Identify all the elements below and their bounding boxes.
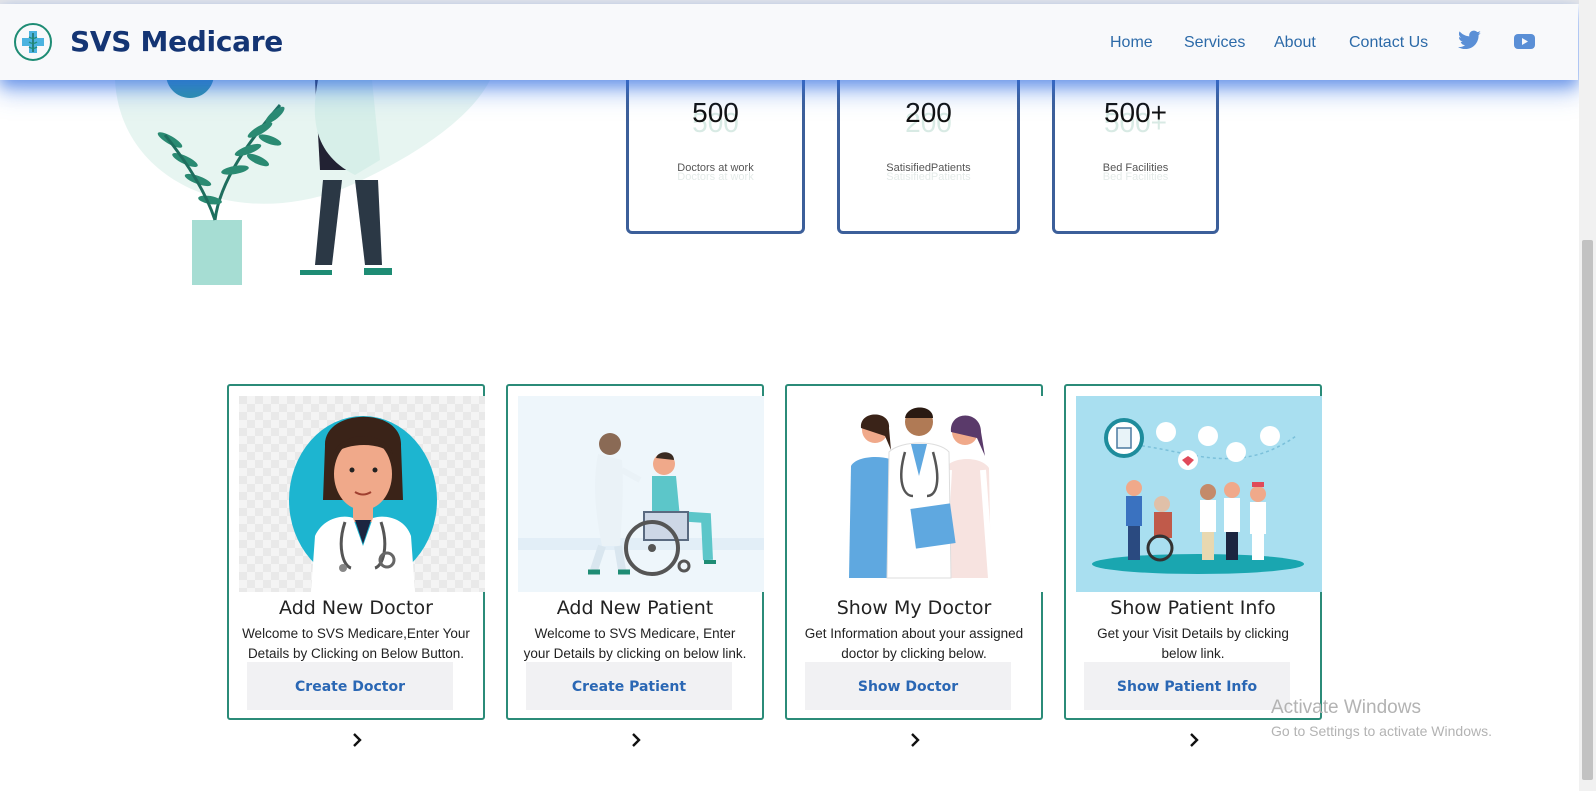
card-title: Add New Doctor (279, 597, 433, 619)
card-add-patient: Add New Patient Welcome to SVS Medicare,… (506, 384, 764, 720)
card-show-patient-info: Show Patient Info Get your Visit Details… (1064, 384, 1322, 720)
card-description: Welcome to SVS Medicare, Enter your Deta… (523, 626, 747, 661)
card-description: Get Information about your assigned doct… (804, 626, 1024, 661)
card-title: Show Patient Info (1110, 597, 1276, 619)
create-patient-button[interactable]: Create Patient (526, 662, 732, 710)
stat-patients: 200 200 SatisifiedPatients SatisifiedPat… (837, 76, 1020, 234)
youtube-icon[interactable] (1514, 34, 1535, 54)
stat-value: 500+ (1103, 97, 1168, 128)
activate-windows-subtitle: Go to Settings to activate Windows. (1271, 723, 1492, 739)
show-patient-info-button[interactable]: Show Patient Info (1084, 662, 1290, 710)
nav-about[interactable]: About (1274, 34, 1316, 52)
stat-label: Doctors at work (677, 162, 754, 174)
wheelchair-patient-illustration (518, 396, 764, 592)
scrollbar-thumb[interactable] (1582, 240, 1593, 780)
nav-contact-us[interactable]: Contact Us (1349, 34, 1428, 52)
caduceus-logo-icon[interactable] (14, 23, 52, 61)
navbar: SVS Medicare Home Services About Contact… (0, 4, 1578, 80)
card-show-doctor: Show My Doctor Get Information about you… (785, 384, 1043, 720)
chevron-right-icon[interactable] (347, 730, 367, 750)
stat-value: 500 (692, 97, 739, 128)
show-doctor-button[interactable]: Show Doctor (805, 662, 1011, 710)
activate-windows-title: Activate Windows (1271, 697, 1421, 718)
card-description: Get your Visit Details by clicking below… (1097, 626, 1289, 661)
female-doctor-illustration (239, 396, 485, 592)
card-description: Welcome to SVS Medicare,Enter Your Detai… (242, 626, 470, 661)
card-add-doctor: Add New Doctor Welcome to SVS Medicare,E… (227, 384, 485, 720)
stat-doctors: 500 500 Doctors at work Doctors at work (626, 76, 805, 234)
stat-value: 200 (905, 97, 952, 128)
create-doctor-button[interactable]: Create Doctor (247, 662, 453, 710)
chevron-right-icon[interactable] (905, 730, 925, 750)
card-title: Add New Patient (556, 597, 714, 619)
nav-home[interactable]: Home (1110, 34, 1153, 52)
stat-label: SatisifiedPatients (886, 162, 971, 174)
stat-beds: 500+ 500+ Bed Facilities Bed Facilities (1052, 76, 1219, 234)
doctor-plant-illustration (115, 60, 490, 285)
scrollbar[interactable] (1579, 0, 1596, 791)
chevron-right-icon[interactable] (1184, 730, 1204, 750)
patient-info-illustration (1076, 396, 1322, 592)
doctors-group-illustration (797, 396, 1043, 592)
brand-name[interactable]: SVS Medicare (70, 25, 283, 58)
chevron-right-icon[interactable] (626, 730, 646, 750)
card-title: Show My Doctor (836, 597, 992, 619)
nav-services[interactable]: Services (1184, 34, 1245, 52)
stat-label: Bed Facilities (1102, 162, 1169, 174)
twitter-icon[interactable] (1457, 30, 1482, 57)
